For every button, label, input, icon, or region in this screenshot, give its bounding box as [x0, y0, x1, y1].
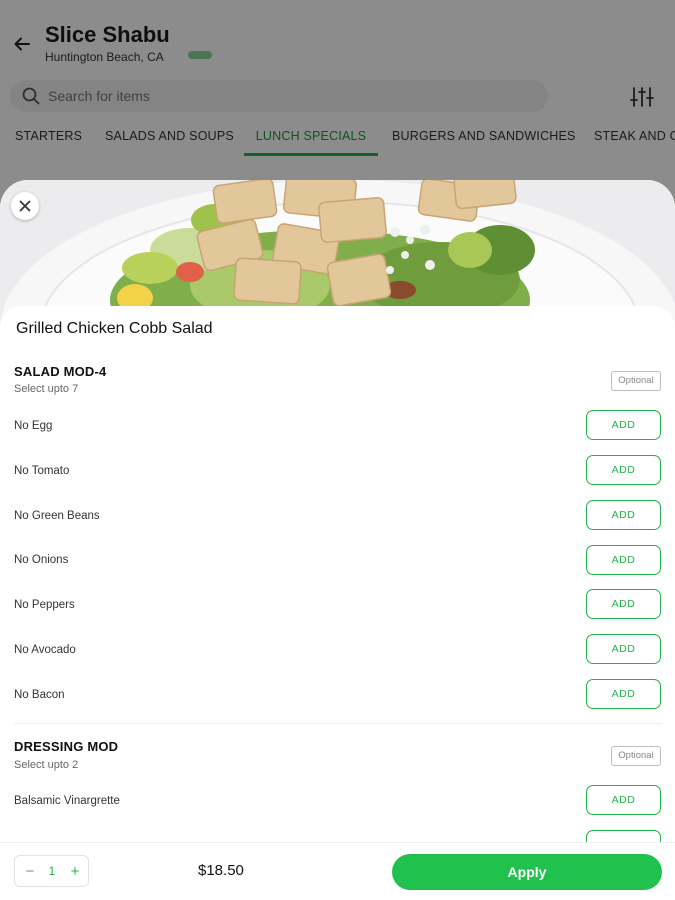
add-button[interactable]: ADD — [586, 545, 661, 575]
close-icon — [19, 200, 31, 212]
item-modal: Grilled Chicken Cobb Salad SALAD MOD-4 S… — [0, 180, 675, 900]
modifier-label: No Egg — [14, 420, 53, 432]
quantity-minus-button[interactable]: − — [18, 856, 42, 886]
close-button[interactable] — [11, 192, 39, 220]
apply-button[interactable]: Apply — [392, 854, 662, 890]
quantity-plus-button[interactable]: + — [63, 856, 87, 886]
add-button[interactable]: ADD — [586, 455, 661, 485]
modifier-label: No Peppers — [14, 599, 75, 611]
group-subtitle-salad-mod: Select upto 7 — [14, 383, 79, 395]
modifier-label: No Tomato — [14, 465, 70, 477]
optional-badge: Optional — [611, 746, 661, 766]
item-title: Grilled Chicken Cobb Salad — [16, 320, 213, 337]
modifier-label: Balsamic Vinargrette — [14, 795, 120, 807]
group-divider — [14, 723, 662, 724]
add-button[interactable]: ADD — [586, 589, 661, 619]
group-title-dressing-mod: DRESSING MOD — [14, 739, 119, 754]
modifier-label: No Green Beans — [14, 510, 100, 522]
modifier-label: No Onions — [14, 554, 69, 566]
add-button[interactable]: ADD — [586, 500, 661, 530]
item-price: $18.50 — [198, 862, 244, 879]
quantity-value: 1 — [48, 864, 56, 878]
modifier-label: No Bacon — [14, 689, 65, 701]
add-button[interactable]: ADD — [586, 410, 661, 440]
modal-footer: − 1 + $18.50 Apply — [0, 842, 675, 900]
add-button[interactable]: ADD — [586, 785, 661, 815]
modifier-sheet: Grilled Chicken Cobb Salad SALAD MOD-4 S… — [0, 306, 675, 900]
group-subtitle-dressing-mod: Select upto 2 — [14, 759, 79, 771]
group-title-salad-mod: SALAD MOD-4 — [14, 364, 107, 379]
optional-badge: Optional — [611, 371, 661, 391]
modifier-label: No Avocado — [14, 644, 76, 656]
add-button[interactable]: ADD — [586, 634, 661, 664]
add-button[interactable]: ADD — [586, 679, 661, 709]
quantity-stepper: − 1 + — [14, 855, 89, 887]
